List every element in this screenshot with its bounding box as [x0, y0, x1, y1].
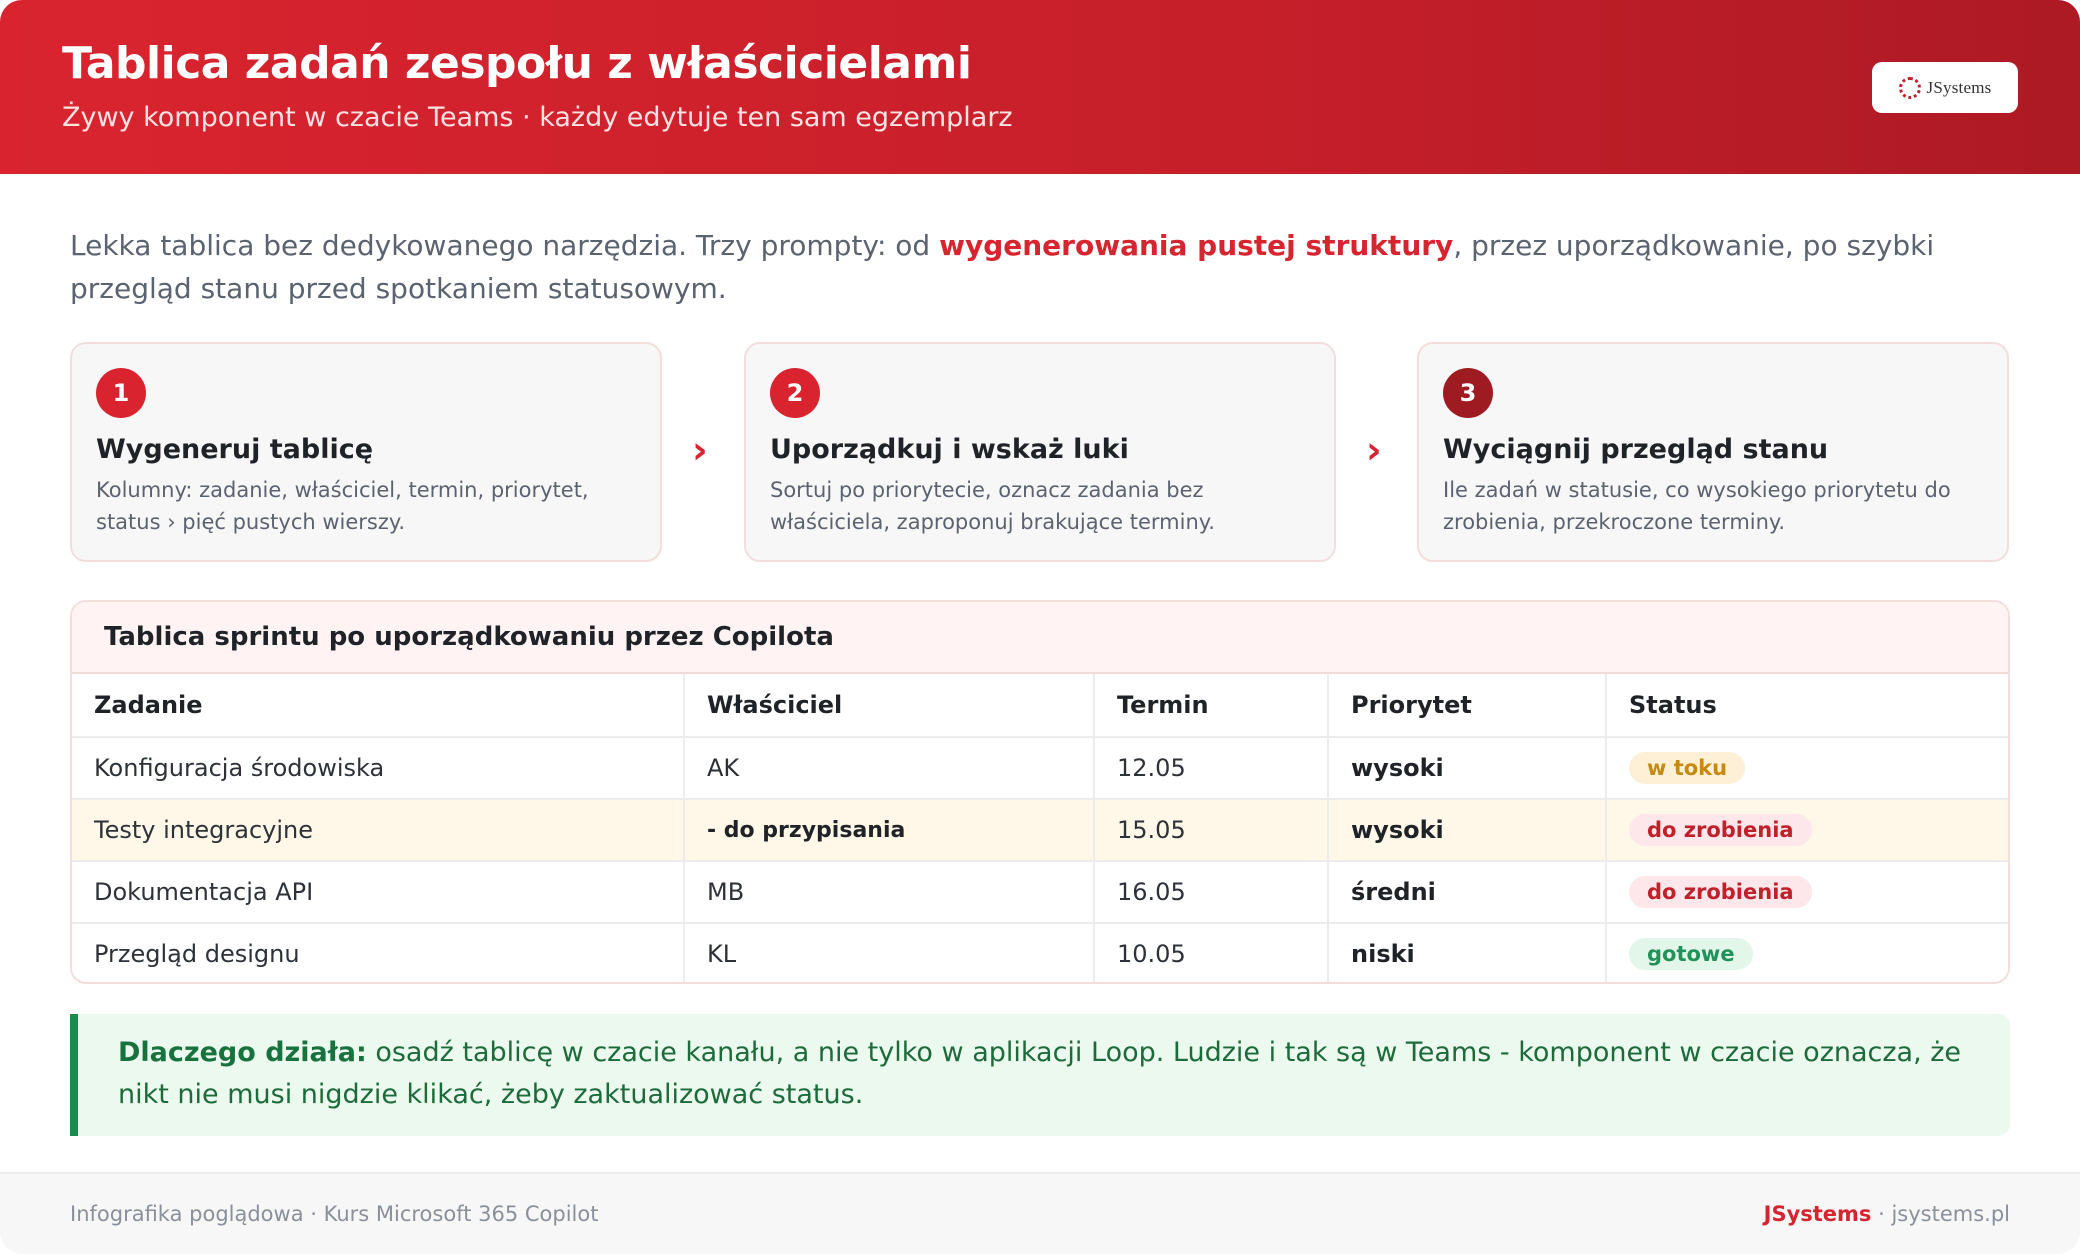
due-cell: 15.05	[1094, 799, 1329, 862]
page-subtitle: Żywy komponent w czacie Teams · każdy ed…	[62, 102, 1013, 133]
table-row: Dokumentacja API MB 16.05 średni do zrob…	[72, 861, 2008, 924]
step-description: Ile zadań w statusie, co wysokiego prior…	[1443, 478, 1951, 534]
table-row: Testy integracyjne - do przypisania 15.0…	[72, 799, 2008, 862]
status-cell: gotowe	[1606, 923, 2008, 982]
column-header-owner: Właściciel	[684, 674, 1095, 738]
footer-brand-name: JSystems	[1763, 1202, 1872, 1226]
step-number-badge: 2	[770, 368, 820, 418]
step-card-1: 1 Wygeneruj tablicę Kolumny: zadanie, wł…	[70, 342, 662, 562]
header-banner: Tablica zadań zespołu z właścicielami Ży…	[0, 0, 2080, 174]
column-header-task: Zadanie	[72, 674, 685, 738]
due-cell: 12.05	[1094, 737, 1329, 800]
owner-cell: KL	[684, 923, 1095, 982]
table-row: Konfiguracja środowiska AK 12.05 wysoki …	[72, 737, 2008, 800]
chevron-right-icon: ›	[1366, 428, 1382, 472]
why-it-works-callout: Dlaczego działa: osadź tablicę w czacie …	[70, 1014, 2010, 1136]
priority-cell: wysoki	[1328, 799, 1607, 862]
logo-text: JSystems	[1926, 77, 1992, 97]
status-badge: gotowe	[1629, 938, 1753, 970]
status-cell: do zrobienia	[1606, 861, 2008, 924]
status-badge: do zrobienia	[1629, 876, 1812, 908]
due-cell: 16.05	[1094, 861, 1329, 924]
task-cell: Testy integracyjne	[72, 799, 685, 862]
priority-cell: niski	[1328, 923, 1607, 982]
step-number-badge: 3	[1443, 368, 1493, 418]
footer-caption: Infografika poglądowa · Kurs Microsoft 3…	[70, 1202, 599, 1226]
infographic-card: Tablica zadań zespołu z właścicielami Ży…	[0, 0, 2080, 1254]
table-header-bar: Tablica sprintu po uporządkowaniu przez …	[72, 602, 2008, 674]
task-cell: Konfiguracja środowiska	[72, 737, 685, 800]
column-header-due: Termin	[1094, 674, 1329, 738]
intro-paragraph: Lekka tablica bez dedykowanego narzędzia…	[70, 224, 1990, 310]
status-cell: do zrobienia	[1606, 799, 2008, 862]
footer-website: · jsystems.pl	[1871, 1202, 2010, 1226]
footer: Infografika poglądowa · Kurs Microsoft 3…	[0, 1172, 2080, 1254]
status-badge: do zrobienia	[1629, 814, 1812, 846]
owner-cell: MB	[684, 861, 1095, 924]
column-header-priority: Priorytet	[1328, 674, 1607, 738]
table-title: Tablica sprintu po uporządkowaniu przez …	[104, 622, 834, 652]
step-title: Uporządkuj i wskaż luki	[770, 434, 1129, 465]
priority-cell: wysoki	[1328, 737, 1607, 800]
logo-mark-icon	[1898, 76, 1921, 99]
jsystems-logo: JSystems	[1872, 62, 2018, 113]
task-cell: Dokumentacja API	[72, 861, 685, 924]
step-title: Wyciągnij przegląd stanu	[1443, 434, 1829, 465]
step-card-2: 2 Uporządkuj i wskaż luki Sortuj po prio…	[744, 342, 1336, 562]
why-it-works-text: Dlaczego działa: osadź tablicę w czacie …	[118, 1032, 1978, 1116]
owner-cell: - do przypisania	[684, 799, 1095, 862]
step-card-3: 3 Wyciągnij przegląd stanu Ile zadań w s…	[1417, 342, 2009, 562]
priority-cell: średni	[1328, 861, 1607, 924]
step-number-badge: 1	[96, 368, 146, 418]
sprint-table: Zadanie Właściciel Termin Priorytet Stat…	[72, 674, 2008, 982]
step-description: Kolumny: zadanie, właściciel, termin, pr…	[96, 478, 589, 534]
intro-text-before: Lekka tablica bez dedykowanego narzędzia…	[70, 229, 940, 262]
intro-highlight: wygenerowania pustej struktury	[939, 229, 1454, 262]
page-title: Tablica zadań zespołu z właścicielami	[62, 38, 972, 89]
chevron-right-icon: ›	[692, 428, 708, 472]
table-row: Przegląd designu KL 10.05 niski gotowe	[72, 923, 2008, 982]
task-cell: Przegląd designu	[72, 923, 685, 982]
why-body: osadź tablicę w czacie kanału, a nie tyl…	[118, 1037, 1962, 1110]
column-header-status: Status	[1606, 674, 2008, 738]
footer-brand: JSystems · jsystems.pl	[1764, 1202, 2010, 1226]
status-badge: w toku	[1629, 752, 1746, 784]
status-cell: w toku	[1606, 737, 2008, 800]
step-title: Wygeneruj tablicę	[96, 434, 374, 465]
sprint-table-panel: Tablica sprintu po uporządkowaniu przez …	[70, 600, 2010, 984]
why-label: Dlaczego działa:	[118, 1037, 367, 1068]
owner-cell: AK	[684, 737, 1095, 800]
step-description: Sortuj po priorytecie, oznacz zadania be…	[770, 478, 1215, 534]
table-header-row: Zadanie Właściciel Termin Priorytet Stat…	[72, 674, 2008, 738]
due-cell: 10.05	[1094, 923, 1329, 982]
